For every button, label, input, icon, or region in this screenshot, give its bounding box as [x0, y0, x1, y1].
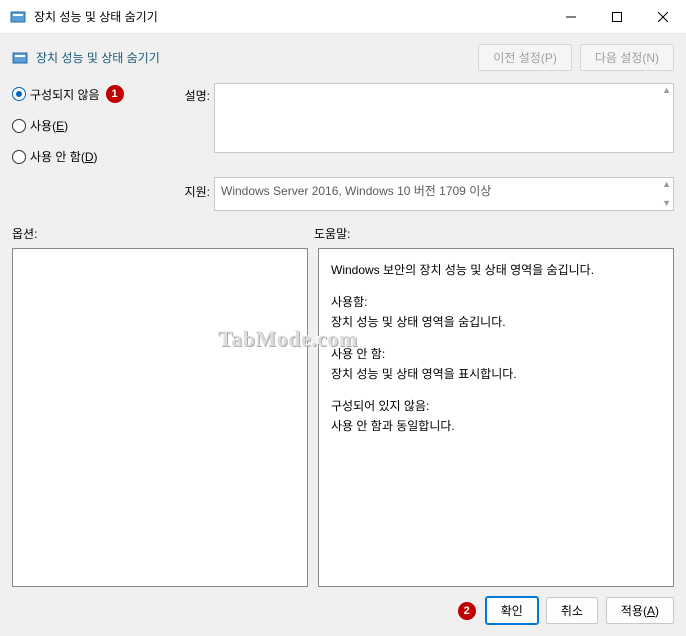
- radio-enabled[interactable]: 사용(E): [12, 117, 162, 134]
- next-setting-button[interactable]: 다음 설정(N): [580, 44, 674, 71]
- annotation-badge-2: 2: [458, 602, 476, 620]
- radio-not-configured[interactable]: 구성되지 않음 1: [12, 85, 162, 103]
- title-bar: 장치 성능 및 상태 숨기기: [0, 0, 686, 34]
- minimize-button[interactable]: [548, 0, 594, 33]
- help-text: Windows 보안의 장치 성능 및 상태 영역을 숨깁니다. 사용함: 장치…: [331, 261, 661, 435]
- app-icon: [10, 9, 26, 25]
- apply-button[interactable]: 적용(A): [606, 597, 674, 624]
- dialog-footer: 2 확인 취소 적용(A): [12, 587, 674, 624]
- options-panel: [12, 248, 308, 587]
- ok-button[interactable]: 확인: [486, 597, 538, 624]
- help-label: 도움말:: [314, 225, 350, 242]
- dialog-content: 장치 성능 및 상태 숨기기 이전 설정(P) 다음 설정(N) 구성되지 않음…: [0, 34, 686, 636]
- scroll-down-icon: ▼: [662, 199, 671, 208]
- description-label: 설명:: [166, 83, 210, 104]
- supported-on-label: 지원:: [166, 177, 210, 200]
- radio-label: 사용 안 함(D): [30, 148, 98, 165]
- scroll-up-icon: ▲: [662, 86, 671, 95]
- scroll-up-icon: ▲: [662, 180, 671, 189]
- options-label: 옵션:: [12, 225, 314, 242]
- maximize-button[interactable]: [594, 0, 640, 33]
- window-title: 장치 성능 및 상태 숨기기: [34, 8, 548, 25]
- description-textbox[interactable]: ▲: [214, 83, 674, 153]
- header-row: 장치 성능 및 상태 숨기기 이전 설정(P) 다음 설정(N): [12, 44, 674, 71]
- radio-disabled[interactable]: 사용 안 함(D): [12, 148, 162, 165]
- previous-setting-button[interactable]: 이전 설정(P): [478, 44, 572, 71]
- radio-icon: [12, 119, 26, 133]
- help-panel: Windows 보안의 장치 성능 및 상태 영역을 숨깁니다. 사용함: 장치…: [318, 248, 674, 587]
- supported-on-text: Windows Server 2016, Windows 10 버전 1709 …: [221, 184, 491, 198]
- window-controls: [548, 0, 686, 33]
- policy-title: 장치 성능 및 상태 숨기기: [36, 49, 160, 66]
- supported-on-textbox: Windows Server 2016, Windows 10 버전 1709 …: [214, 177, 674, 211]
- annotation-badge-1: 1: [106, 85, 124, 103]
- policy-icon: [12, 50, 28, 66]
- radio-icon: [12, 87, 26, 101]
- radio-label: 사용(E): [30, 117, 68, 134]
- radio-label: 구성되지 않음: [30, 86, 100, 103]
- cancel-button[interactable]: 취소: [546, 597, 598, 624]
- radio-icon: [12, 150, 26, 164]
- close-button[interactable]: [640, 0, 686, 33]
